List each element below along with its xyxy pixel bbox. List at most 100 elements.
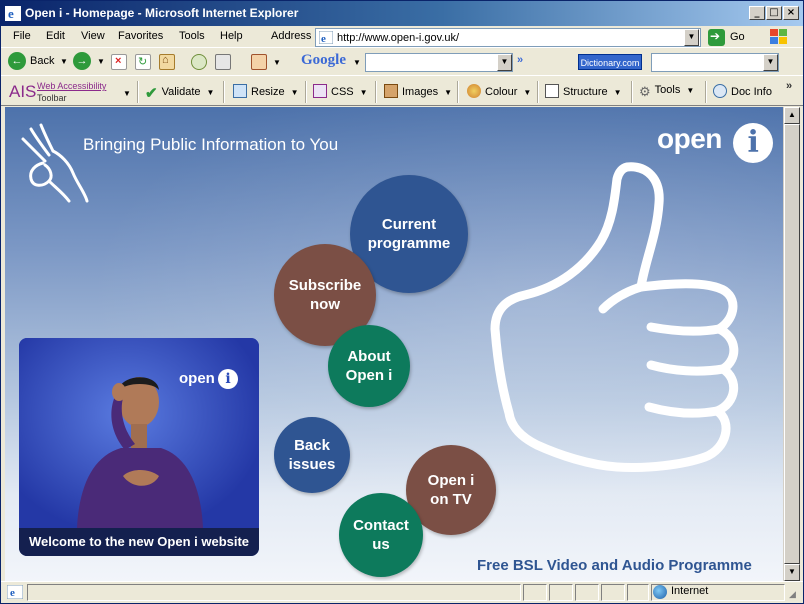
google-search-dropdown-icon[interactable]: ▼ (497, 54, 512, 71)
edit-dropdown-icon[interactable]: ▼ (273, 58, 281, 67)
images-dropdown-icon: ▼ (444, 88, 452, 97)
about-open-i-label: About Open i (345, 348, 393, 384)
checkmark-icon: ✔ (145, 85, 158, 102)
status-panel (627, 584, 649, 601)
welcome-video[interactable]: open i Welcome to the new Open i website (19, 338, 259, 556)
open-i-on-tv-label: Open i on TV (427, 472, 475, 508)
back-button[interactable]: ← Back ▼ (8, 52, 68, 72)
back-label: Back (30, 55, 55, 67)
toolbar-more-icon[interactable]: » (517, 54, 523, 66)
ais-more-icon[interactable]: » (786, 80, 792, 92)
status-panel (601, 584, 625, 601)
home-icon[interactable]: ⌂ (159, 54, 175, 70)
resize-grip-icon[interactable]: ◢ (789, 589, 796, 600)
go-button[interactable]: Go (706, 28, 758, 47)
images-button[interactable]: Images ▼ (384, 84, 452, 102)
globe-icon (653, 585, 667, 599)
scroll-down-icon[interactable]: ▼ (784, 564, 800, 581)
menu-help[interactable]: Help (220, 30, 243, 42)
refresh-icon[interactable]: ↻ (135, 54, 151, 70)
open-i-logo-text: open (657, 123, 722, 154)
images-label: Images (402, 86, 439, 98)
video-open-i-logo: open i (179, 369, 238, 389)
back-dropdown-icon[interactable]: ▼ (60, 57, 68, 66)
contact-us-label: Contact us (353, 517, 409, 553)
menu-favorites[interactable]: Favorites (118, 30, 163, 42)
colour-label: Colour (485, 86, 518, 98)
colour-dropdown-icon: ▼ (523, 88, 532, 97)
ais-logo: AIS (9, 82, 37, 101)
google-label: Google (301, 52, 346, 68)
google-logo[interactable]: Google (301, 52, 346, 69)
images-icon (384, 84, 398, 98)
go-label: Go (730, 31, 745, 43)
page-tagline: Bringing Public Information to You (83, 135, 339, 154)
open-i-logo[interactable]: open i (657, 123, 773, 163)
info-icon (713, 84, 727, 98)
maximize-button[interactable]: □ (766, 6, 782, 20)
validate-label: Validate (161, 86, 201, 98)
edit-icon[interactable] (251, 54, 267, 70)
status-message-panel (27, 584, 521, 601)
css-dropdown-icon: ▼ (359, 88, 368, 97)
ie-logo-icon: e (5, 6, 21, 21)
address-url[interactable]: http://www.open-i.gov.uk/ (337, 32, 459, 44)
doc-info-button[interactable]: Doc Info (713, 84, 772, 102)
status-panel (575, 584, 599, 601)
video-logo-text: open (179, 370, 215, 387)
toolbar-separator (137, 81, 139, 103)
dictionary-dropdown-icon[interactable]: ▼ (763, 54, 778, 71)
address-bar[interactable]: e http://www.open-i.gov.uk/ (315, 28, 701, 47)
back-arrow-icon: ← (8, 52, 26, 70)
scroll-thumb[interactable] (784, 124, 800, 564)
stop-icon[interactable]: × (111, 54, 127, 70)
google-dropdown-icon[interactable]: ▼ (353, 58, 361, 67)
history-icon[interactable] (191, 54, 207, 70)
back-issues-link[interactable]: Back issues (274, 417, 350, 493)
ais-title-line1: Web Accessibility (37, 81, 107, 91)
menu-view[interactable]: View (81, 30, 105, 42)
page-viewport: Bringing Public Information to You open … (5, 107, 783, 581)
colour-button[interactable]: Colour ▼ (467, 84, 531, 102)
dictionary-search-input[interactable] (651, 53, 779, 72)
subscribe-now-label: Subscribe now (288, 277, 362, 313)
window-title: Open i - Homepage - Microsoft Internet E… (25, 6, 299, 20)
css-button[interactable]: CSS ▼ (313, 84, 368, 102)
resize-icon (233, 84, 247, 98)
minimize-button[interactable]: _ (749, 6, 765, 20)
structure-label: Structure (563, 86, 608, 98)
back-issues-label: Back issues (288, 437, 336, 473)
resize-button[interactable]: Resize ▼ (233, 84, 299, 102)
close-button[interactable]: × (783, 6, 799, 20)
structure-button[interactable]: Structure ▼ (545, 84, 622, 102)
menu-file[interactable]: File (13, 30, 31, 42)
tools-button[interactable]: ⚙ Tools ▼ (639, 84, 694, 102)
toolbar-separator (705, 81, 707, 103)
menu-tools[interactable]: Tools (179, 30, 205, 42)
open-i-logo-letter: i (747, 125, 759, 160)
svg-text:e: e (10, 587, 15, 599)
ais-menu-dropdown-icon[interactable]: ▼ (123, 89, 131, 98)
google-search-input[interactable] (365, 53, 513, 72)
toolbar-separator (375, 81, 377, 103)
print-icon[interactable] (215, 54, 231, 70)
toolbar-separator (457, 81, 459, 103)
validate-button[interactable]: ✔ Validate ▼ (145, 84, 214, 102)
forward-arrow-icon: → (73, 52, 91, 70)
page-status-icon: e (7, 585, 23, 599)
menu-edit[interactable]: Edit (46, 30, 65, 42)
toolbar-separator (223, 81, 225, 103)
structure-icon (545, 84, 559, 98)
forward-button[interactable]: → ▼ (73, 52, 107, 72)
validate-dropdown-icon: ▼ (206, 88, 215, 97)
contact-us-link[interactable]: Contact us (339, 493, 423, 577)
footer-text: Free BSL Video and Audio Programme (477, 557, 752, 574)
scroll-up-icon[interactable]: ▲ (784, 107, 800, 124)
forward-dropdown-icon[interactable]: ▼ (97, 57, 105, 66)
open-i-logo-mark: i (733, 123, 773, 163)
vertical-scrollbar[interactable]: ▲ ▼ (783, 107, 800, 581)
resize-dropdown-icon: ▼ (290, 88, 299, 97)
dictionary-logo[interactable]: Dictionary.com (578, 54, 642, 70)
address-dropdown-icon[interactable]: ▼ (684, 29, 699, 46)
about-open-i-link[interactable]: About Open i (328, 325, 410, 407)
